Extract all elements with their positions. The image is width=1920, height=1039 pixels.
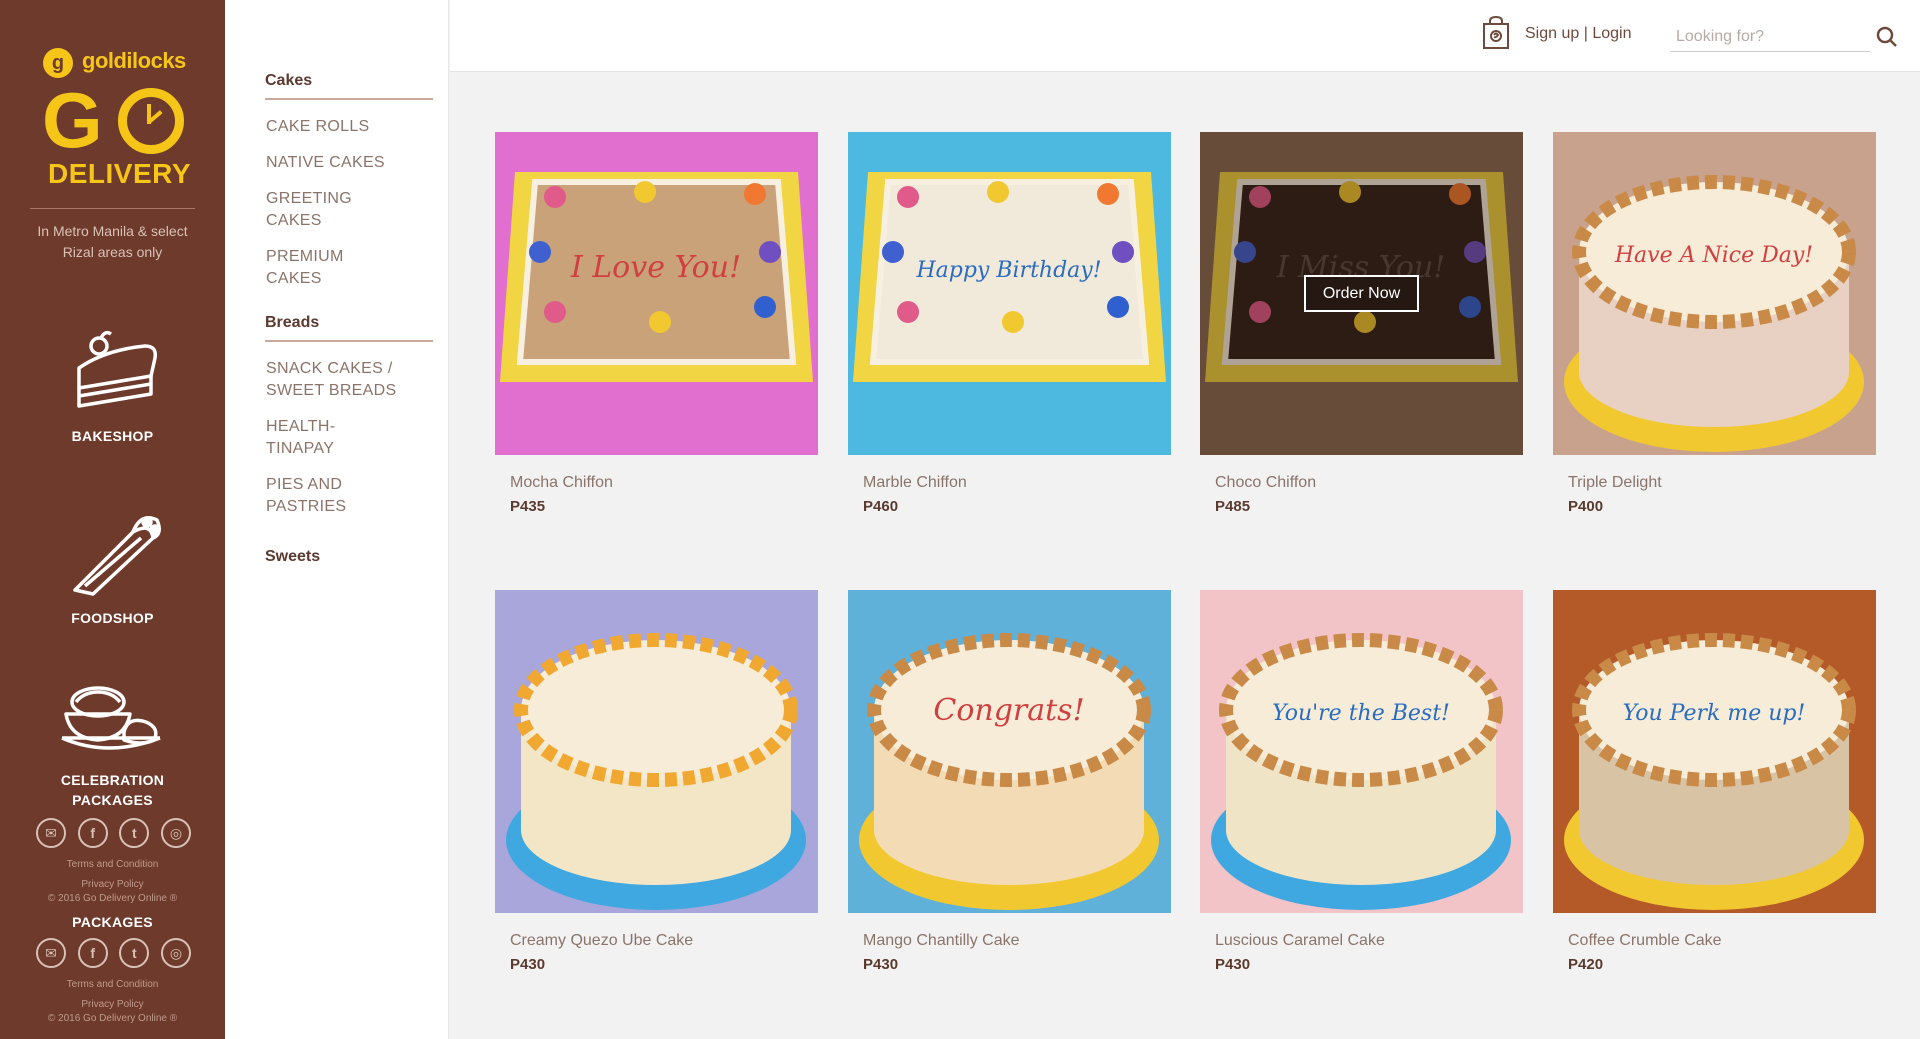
product-name[interactable]: Choco Chiffon [1215,474,1523,492]
category-health-tinapay[interactable]: HEALTH-TINAPAY [266,416,346,460]
brand-sidebar: g goldilocks G DELIVERY In Metro Manila … [0,0,225,1039]
product-price: P420 [1568,956,1604,973]
auth-separator: | [1583,25,1588,42]
category-heading-breads[interactable]: Breads [265,314,433,342]
cake-illustration: You Perk me up! [1564,633,1864,910]
social-links-repeat: ✉ f t ◎ [36,938,191,968]
product-price: P400 [1568,498,1604,515]
cake-illustration: Have A Nice Day! [1564,175,1864,452]
cake-illustration: You're the Best! [1211,633,1511,910]
cake-message-text: You're the Best! [1272,701,1450,726]
product-price: P460 [863,498,899,515]
login-link[interactable]: Login [1592,25,1631,42]
facebook-icon[interactable]: f [77,938,108,968]
category-heading-cakes[interactable]: Cakes [265,72,433,100]
product-name[interactable]: Mocha Chiffon [510,474,818,492]
product-name[interactable]: Mango Chantilly Cake [863,932,1171,950]
cake-illustration: Happy Birthday! [853,172,1166,382]
product-name[interactable]: Coffee Crumble Cake [1568,932,1876,950]
product-card[interactable]: Happy Birthday! Marble Chiffon P460 [848,132,1171,515]
copyright-text: © 2016 Go Delivery Online ® [47,893,178,904]
category-native-cakes[interactable]: NATIVE CAKES [266,152,416,174]
footer-legal-repeat: Terms and Condition Privacy Policy © 201… [0,975,225,1028]
product-card[interactable]: You're the Best! Luscious Caramel Cake P43… [1200,590,1523,973]
order-now-button[interactable]: Order Now [1304,275,1419,312]
category-nav: Cakes CAKE ROLLS NATIVE CAKES GREETING C… [225,0,449,1039]
product-price: P430 [1215,956,1251,973]
facebook-icon[interactable]: f [77,818,108,848]
product-name[interactable]: Luscious Caramel Cake [1215,932,1523,950]
product-card[interactable]: You Perk me up! Coffee Crumble Cake P420 [1553,590,1876,973]
cake-message-text: Happy Birthday! [915,258,1101,283]
product-card[interactable]: Have A Nice Day! Triple Delight P400 [1553,132,1876,515]
nav-celebration-packages[interactable]: CELEBRATION PACKAGES [0,680,225,810]
goldilocks-logo-text: goldilocks [82,48,186,73]
product-image[interactable]: Happy Birthday! [848,132,1171,455]
product-card[interactable]: Congrats! Mango Chantilly Cake P430 [848,590,1171,973]
product-image[interactable]: Have A Nice Day! [1553,132,1876,455]
delivery-logo-text: DELIVERY [48,158,191,189]
go-logo-text: G [42,76,103,164]
product-name[interactable]: Marble Chiffon [863,474,1171,492]
category-greeting-cakes[interactable]: GREETING CAKES [266,188,376,232]
cake-message-text: You Perk me up! [1623,701,1806,726]
clock-icon [118,88,184,154]
product-image[interactable]: I Miss You! Order Now [1200,132,1523,455]
cake-slice-icon [76,330,157,408]
category-cake-rolls[interactable]: CAKE ROLLS [266,116,416,138]
nav-foodshop[interactable]: FOODSHOP [0,508,225,628]
product-card[interactable]: I Miss You! Order Now Choco Chiffon P485 [1200,132,1523,515]
product-price: P430 [863,956,899,973]
nav-bakeshop[interactable]: BAKESHOP [0,330,225,446]
product-card[interactable]: Creamy Quezo Ube Cake P430 [495,590,818,973]
product-price: P435 [510,498,546,515]
cake-illustration [506,633,806,910]
search-input[interactable] [1670,22,1870,52]
foodshop-label: FOODSHOP [71,610,154,626]
auth-links: Sign up | Login [1525,25,1631,43]
product-image[interactable]: You're the Best! [1200,590,1523,913]
copyright-text: © 2016 Go Delivery Online ® [47,1013,178,1024]
category-heading-sweets[interactable]: Sweets [265,548,433,574]
terms-link[interactable]: Terms and Condition [0,975,225,994]
go-delivery-logo[interactable]: g goldilocks G DELIVERY [40,44,191,194]
footer-legal: Terms and Condition Privacy Policy © 201… [0,855,225,908]
cake-illustration: I Love You! [500,172,813,382]
cake-message-text: Congrats! [933,693,1084,728]
product-image[interactable]: Congrats! [848,590,1171,913]
category-snack-cakes-sweet-breads[interactable]: SNACK CAKES / SWEET BREADS [266,358,416,402]
instagram-icon[interactable]: ◎ [160,938,191,968]
top-header: Sign up | Login [450,0,1920,72]
product-name[interactable]: Triple Delight [1568,474,1876,492]
product-image[interactable]: You Perk me up! [1553,590,1876,913]
social-links: ✉ f t ◎ [36,818,191,848]
terms-link[interactable]: Terms and Condition [0,855,225,874]
wrap-icon [72,516,161,596]
mail-icon[interactable]: ✉ [36,938,66,968]
category-premium-cakes[interactable]: PREMIUM CAKES [266,246,376,290]
search-icon[interactable] [1876,26,1898,48]
service-area-note: In Metro Manila & select Rizal areas onl… [30,208,195,263]
instagram-icon[interactable]: ◎ [160,818,191,848]
shopping-bag-icon[interactable] [1483,16,1509,49]
signup-link[interactable]: Sign up [1525,25,1579,42]
goldilocks-logo-mark: g [43,48,73,78]
cake-message-text: Have A Nice Day! [1614,243,1813,268]
product-image[interactable] [495,590,818,913]
product-image[interactable]: I Love You! [495,132,818,455]
category-pies-and-pastries[interactable]: PIES AND PASTRIES [266,474,376,518]
product-name[interactable]: Creamy Quezo Ube Cake [510,932,818,950]
packages-label[interactable]: PACKAGES [0,912,225,932]
bakeshop-label: BAKESHOP [71,428,154,444]
cake-illustration: Congrats! [859,633,1159,910]
celebration-packages-label: CELEBRATION PACKAGES [60,772,165,808]
food-platter-icon [60,686,161,750]
mail-icon[interactable]: ✉ [36,818,66,848]
product-price: P485 [1215,498,1251,515]
product-card[interactable]: I Love You! Mocha Chiffon P435 [495,132,818,515]
twitter-icon[interactable]: t [119,818,150,848]
twitter-icon[interactable]: t [119,938,150,968]
cake-message-text: I Love You! [570,250,741,285]
product-price: P430 [510,956,546,973]
